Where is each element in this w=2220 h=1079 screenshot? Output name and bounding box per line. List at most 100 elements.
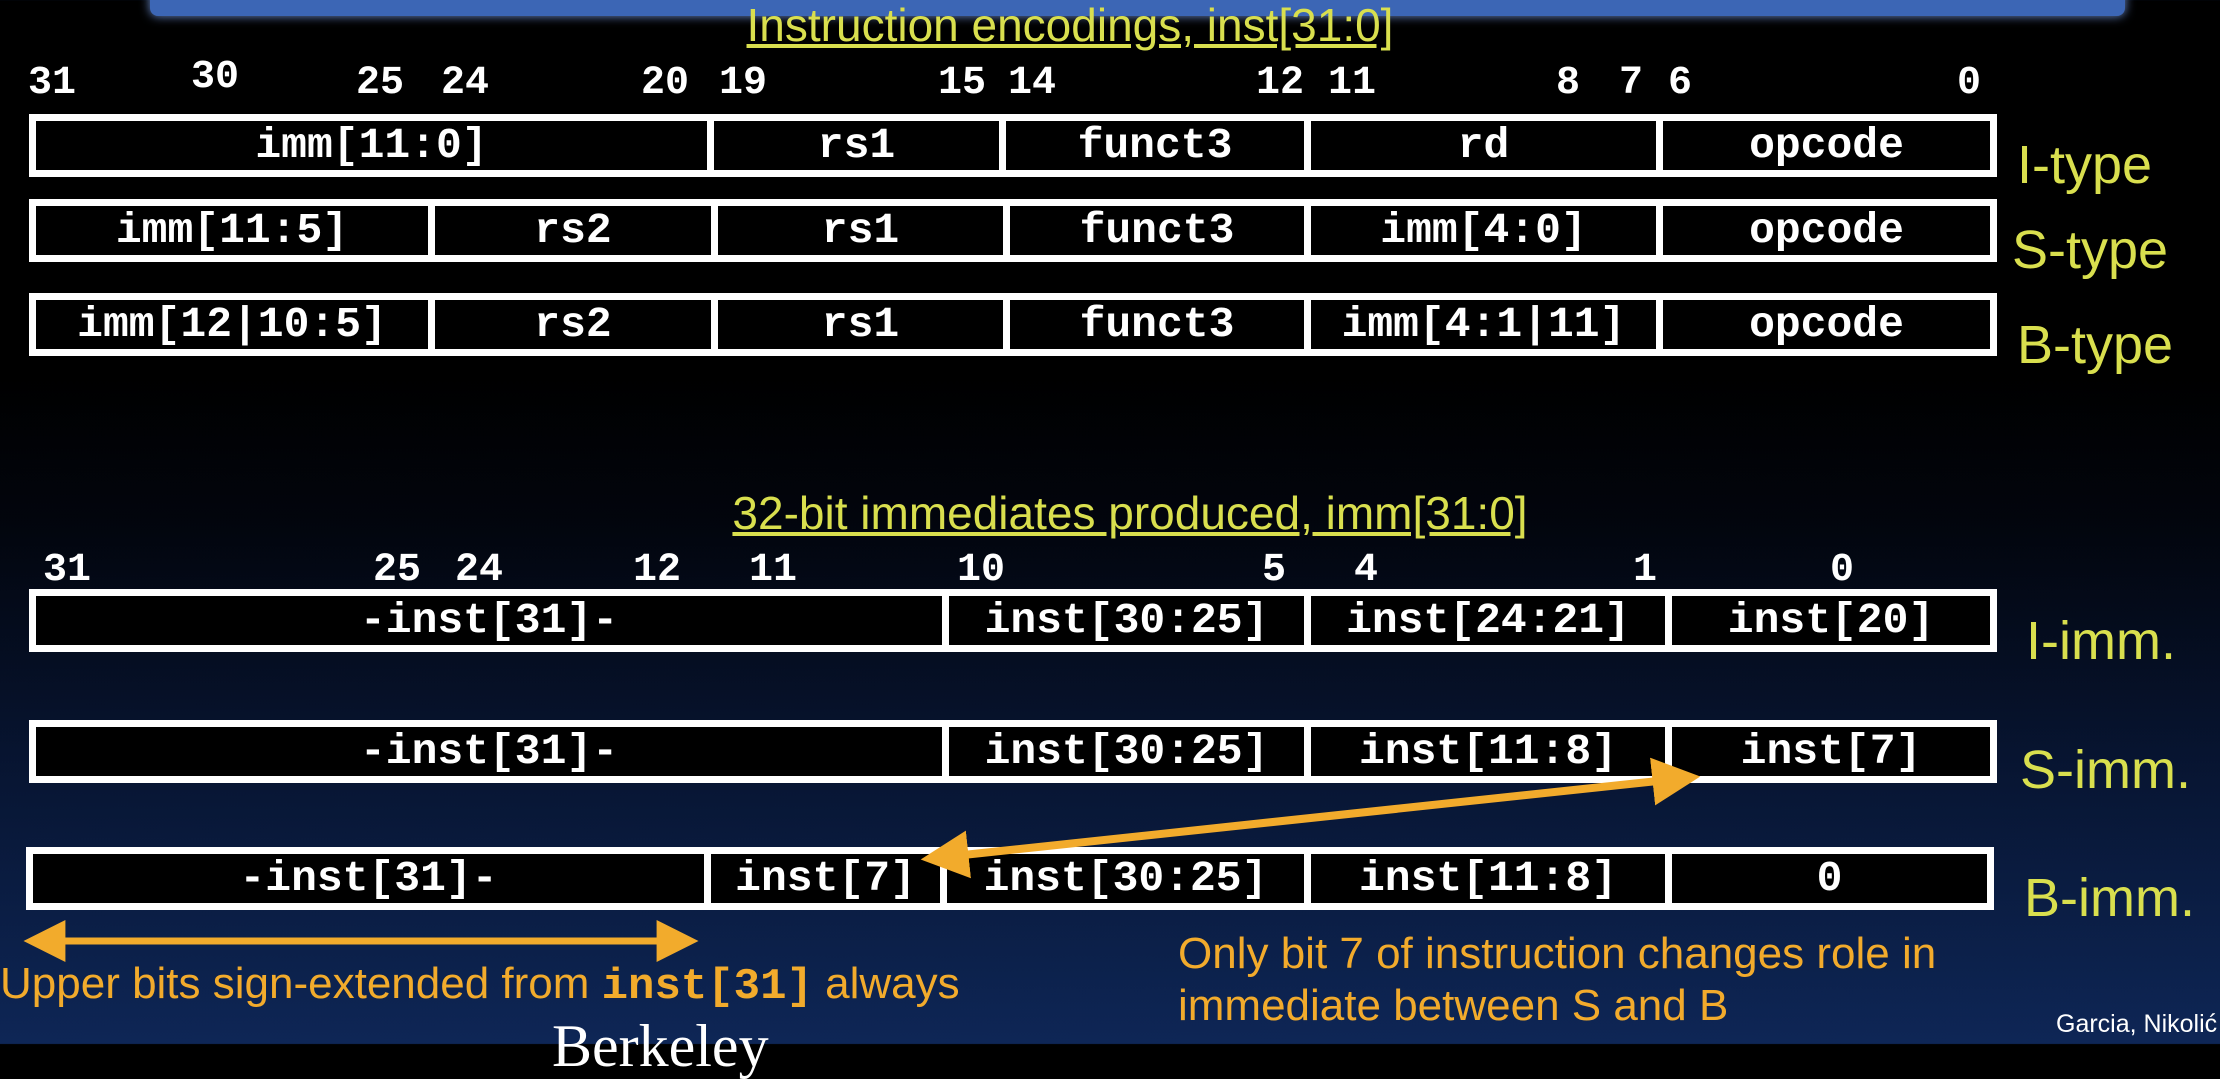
b-imm-bit11-field: inst[7] [735,854,916,903]
field-divider [1003,300,1010,349]
i-type-label: I-type [2017,135,2153,195]
i-type-funct3-field: funct3 [1077,121,1233,170]
b-type-rs2-field: rs2 [534,300,612,349]
bit-label: 12 [632,548,682,593]
field-divider [1656,206,1663,255]
i-imm-low-field: inst[20] [1727,596,1935,645]
b-type-rs1-field: rs1 [821,300,900,349]
bit-label: 31 [42,548,92,593]
s-type-opcode-field: opcode [1749,206,1904,255]
b-imm-low-field: 0 [1816,854,1843,903]
bit-label: 4 [1353,548,1379,593]
bit-label: 11 [1327,61,1377,106]
bit-label: 25 [372,548,422,593]
b-type-row: imm[12|10:5] rs2 rs1 funct3 imm[4:1|11] … [29,293,1997,356]
field-divider [1304,206,1311,255]
field-divider [704,854,711,903]
s-type-row: imm[11:5] rs2 rs1 funct3 imm[4:0] opcode [29,199,1997,262]
b-imm-sign-field: -inst[31]- [239,854,498,903]
b-type-imm-high-field: imm[12|10:5] [77,300,387,349]
field-divider [1665,727,1672,776]
s-imm-low-field: inst[7] [1740,727,1922,776]
s-imm-mid-field: inst[11:8] [1358,727,1618,776]
field-divider [1304,596,1311,645]
field-divider [428,300,435,349]
b-type-funct3-field: funct3 [1079,300,1235,349]
bit-label: 15 [937,61,987,106]
s-type-rs2-field: rs2 [534,206,612,255]
bit-label: 0 [1956,61,1982,106]
immediates-title: 32-bit immediates produced, imm[31:0] [732,487,1528,539]
i-type-row: imm[11:0] rs1 funct3 rd opcode [29,114,1997,177]
bit-label: 19 [718,61,768,106]
field-divider [711,300,718,349]
i-imm-sign-field: -inst[31]- [359,596,619,645]
bit-label: 24 [454,548,504,593]
field-divider [942,727,949,776]
bit-label: 24 [440,61,490,106]
bit7-note-line2: immediate between S and B [1178,980,1729,1030]
i-type-imm-field: imm[11:0] [255,121,488,170]
b-type-imm-low-field: imm[4:1|11] [1341,300,1626,349]
field-divider [428,206,435,255]
i-type-opcode-field: opcode [1749,121,1904,170]
bit-label: 8 [1555,61,1581,106]
s-imm-row: -inst[31]- inst[30:25] inst[11:8] inst[7… [29,720,1997,783]
bit-label: 11 [748,548,798,593]
bit-label: 7 [1618,61,1644,106]
i-imm-mid-field: inst[24:21] [1346,596,1630,645]
field-divider [707,121,714,170]
bit-label: 10 [956,548,1006,593]
field-divider [1665,596,1672,645]
field-divider [1304,121,1311,170]
s-type-label: S-type [2012,220,2169,280]
field-divider [942,596,949,645]
author-credit: Garcia, Nikolić [2056,1010,2218,1038]
i-imm-row: -inst[31]- inst[30:25] inst[24:21] inst[… [29,589,1997,652]
field-divider [711,206,718,255]
s-type-imm-high-field: imm[11:5] [115,206,349,255]
s-type-imm-low-field: imm[4:0] [1380,206,1587,255]
bit7-note-line1: Only bit 7 of instruction changes role i… [1178,929,1937,978]
field-divider [940,854,947,903]
bit7-note: Only bit 7 of instruction changes role i… [1178,928,1936,1032]
i-type-rs1-field: rs1 [817,121,896,170]
s-imm-sign-field: -inst[31]- [359,727,619,776]
s-imm-label: S-imm. [2020,740,2191,800]
sign-extend-note-text: Upper bits sign-extended from [0,959,602,1008]
bit-label: 5 [1261,548,1287,593]
b-type-opcode-field: opcode [1749,300,1904,349]
berkeley-wordmark-partial: Berkeley [552,1013,769,1079]
bit-label: 30 [190,55,240,100]
i-imm-label: I-imm. [2026,611,2176,671]
sign-extend-note-code: inst[31] [601,962,813,1012]
b-imm-label: B-imm. [2024,868,2195,928]
encodings-title: Instruction encodings, inst[31:0] [746,0,1394,51]
field-divider [1656,300,1663,349]
field-divider [1304,854,1311,903]
s-imm-high-field: inst[30:25] [984,727,1269,776]
field-divider [999,121,1006,170]
bit7-move-arrow [920,757,1701,879]
b-imm-row: -inst[31]- inst[7] inst[30:25] inst[11:8… [26,847,1994,910]
bit-label: 31 [27,61,77,106]
field-divider [1304,300,1311,349]
bit-label: 12 [1255,61,1305,106]
bit-label: 25 [355,61,405,106]
field-divider [1665,854,1672,903]
bit-label: 20 [640,61,690,106]
s-type-funct3-field: funct3 [1079,206,1235,255]
bit-label: 0 [1829,548,1855,593]
field-divider [1656,121,1663,170]
i-type-rd-field: rd [1457,121,1510,170]
bit-label: 14 [1007,61,1057,106]
s-type-rs1-field: rs1 [821,206,900,255]
sign-extend-note-tail: always [812,959,960,1008]
b-imm-high-field: inst[30:25] [983,854,1268,903]
field-divider [1003,206,1010,255]
field-divider [1304,727,1311,776]
bit-label: 6 [1667,61,1693,106]
b-imm-mid-field: inst[11:8] [1358,854,1618,903]
b-type-label: B-type [2017,315,2174,375]
sign-extend-note: Upper bits sign-extended from inst[31] a… [0,958,960,1014]
